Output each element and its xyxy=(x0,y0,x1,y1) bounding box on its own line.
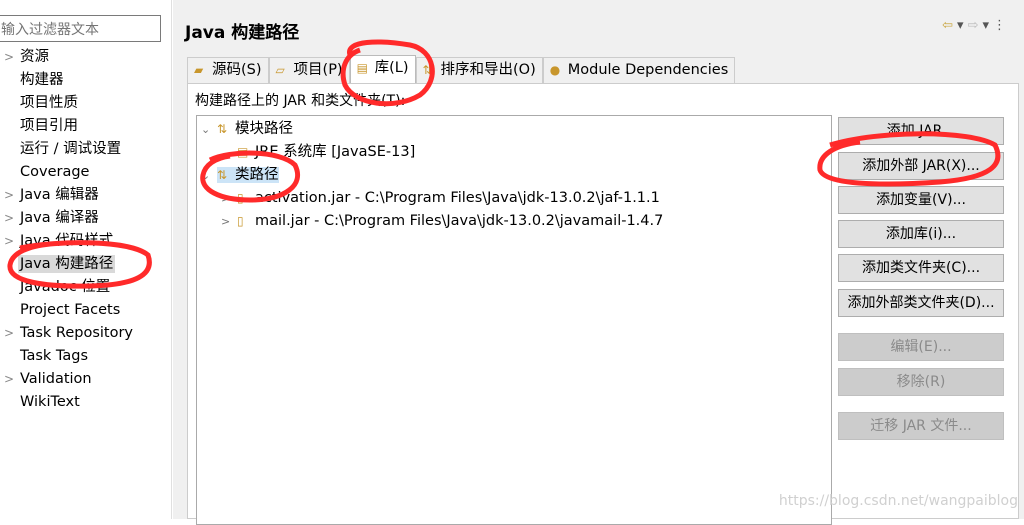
sidebar-item[interactable]: Project Facets xyxy=(0,299,172,322)
tab[interactable]: ▤ 库(L) xyxy=(349,55,416,83)
tab[interactable]: ● Module Dependencies xyxy=(542,57,736,83)
action-button[interactable]: 添加类文件夹(C)... xyxy=(838,254,1004,282)
tree-item-label: JRE 系统库 [JavaSE-13] xyxy=(255,144,416,160)
sidebar-item-label: Coverage xyxy=(20,164,90,180)
sidebar-item-label: 资源 xyxy=(20,49,49,65)
sidebar-item-label: Java 代码样式 xyxy=(20,233,114,249)
sidebar-item[interactable]: Task Tags xyxy=(0,345,172,368)
sidebar-item-label: Validation xyxy=(20,371,92,387)
tree-item-label: 类路径 xyxy=(235,167,279,183)
library-icon: ▤ xyxy=(237,145,249,159)
history-nav: ⇦▾⇨▾⋮ xyxy=(942,18,1010,33)
tree-item[interactable]: ⌄ ⇅ 模块路径 xyxy=(201,118,293,140)
sidebar-item[interactable]: > Java 编辑器 xyxy=(0,184,172,207)
chevron-right-icon[interactable]: > xyxy=(4,46,14,69)
source-folder-icon: ▰ xyxy=(194,63,204,77)
chevron-right-icon[interactable]: > xyxy=(221,211,237,233)
sidebar-item[interactable]: > Java 代码样式 xyxy=(0,230,172,253)
sidebar-item-label: Task Repository xyxy=(20,325,134,341)
sidebar-item-label: 项目性质 xyxy=(20,95,78,111)
back-menu-icon[interactable]: ▾ xyxy=(957,18,968,33)
sidebar-item[interactable]: 构建器 xyxy=(0,69,172,92)
sidebar-item[interactable]: Javadoc 位置 xyxy=(0,276,172,299)
tab-label: 源码(S) xyxy=(212,62,262,78)
jar-icon: ▯ xyxy=(237,191,244,205)
sidebar-item-label: 运行 / 调试设置 xyxy=(20,141,122,157)
sidebar-item-label: Javadoc 位置 xyxy=(20,279,111,295)
filter-input[interactable] xyxy=(0,15,161,42)
forward-menu-icon[interactable]: ▾ xyxy=(982,18,993,33)
tree-item[interactable]: ⌄ ⇅ 类路径 xyxy=(201,164,279,186)
module-icon: ● xyxy=(549,63,561,77)
tree-item[interactable]: > ▯ activation.jar - C:\Program Files\Java… xyxy=(221,187,660,209)
sidebar-item-label: Java 构建路径 xyxy=(18,255,116,273)
action-button[interactable]: 添加 JAR... xyxy=(838,117,1004,145)
sidebar-item-label: 项目引用 xyxy=(20,118,78,134)
sidebar-nav: > 资源构建器项目性质项目引用运行 / 调试设置 Coverage > Java 编辑器… xyxy=(0,46,172,414)
sidebar-item-label: 构建器 xyxy=(20,72,64,88)
chevron-right-icon[interactable]: > xyxy=(4,230,14,253)
sidebar-item-label: Java 编辑器 xyxy=(20,187,99,203)
tree-item-label: activation.jar - C:\Program Files\Java\j… xyxy=(255,190,660,206)
tree-item-label: 模块路径 xyxy=(235,121,293,137)
page-title: Java 构建路径 xyxy=(185,23,300,43)
more-icon[interactable]: ⋮ xyxy=(993,18,1010,33)
library-icon: ▤ xyxy=(356,61,368,75)
sidebar-item-label: WikiText xyxy=(20,394,80,410)
preferences-sidebar: > 资源构建器项目性质项目引用运行 / 调试设置 Coverage > Java 编辑器… xyxy=(0,0,172,519)
back-icon[interactable]: ⇦ xyxy=(942,18,957,33)
chevron-right-icon[interactable]: > xyxy=(4,368,14,391)
sidebar-item[interactable]: > Task Repository xyxy=(0,322,172,345)
action-button: 迁移 JAR 文件... xyxy=(838,412,1004,440)
sidebar-item[interactable]: > Java 编译器 xyxy=(0,207,172,230)
sidebar-item[interactable]: > 资源 xyxy=(0,46,172,69)
tab[interactable]: ⇅ 排序和导出(O) xyxy=(415,57,543,83)
path-icon: ⇅ xyxy=(217,122,228,136)
sidebar-item[interactable]: Java 构建路径 xyxy=(0,253,172,276)
sidebar-item[interactable]: Coverage xyxy=(0,161,172,184)
tab-label: 排序和导出(O) xyxy=(440,62,536,78)
tab[interactable]: ▰ 源码(S) xyxy=(187,57,269,83)
tab[interactable]: ▱ 项目(P) xyxy=(268,57,350,83)
action-button[interactable]: 添加库(i)... xyxy=(838,220,1004,248)
action-button: 移除(R) xyxy=(838,368,1004,396)
action-button[interactable]: 添加外部 JAR(X)... xyxy=(838,152,1004,180)
main-pane: Java 构建路径 ⇦▾⇨▾⋮ ▰ 源码(S) ▱ 项目(P) ▤ 库(L) ⇅ 排序和导出(… xyxy=(173,0,1024,525)
chevron-right-icon[interactable]: > xyxy=(4,184,14,207)
tab-label: 库(L) xyxy=(374,60,409,76)
sidebar-item-label: Task Tags xyxy=(20,348,89,364)
panel-label: 构建路径上的 JAR 和类文件夹(T): xyxy=(195,93,406,109)
sidebar-item[interactable]: 项目性质 xyxy=(0,92,172,115)
chevron-down-icon[interactable]: ⌄ xyxy=(201,119,217,141)
sidebar-item[interactable]: WikiText xyxy=(0,391,172,414)
sidebar-item[interactable]: 运行 / 调试设置 xyxy=(0,138,172,161)
tree-item-label: mail.jar - C:\Program Files\Java\jdk-13.… xyxy=(255,213,664,229)
tab-label: Module Dependencies xyxy=(567,62,729,78)
action-button: 编辑(E)... xyxy=(838,333,1004,361)
order-export-icon: ⇅ xyxy=(422,63,433,77)
sidebar-item[interactable]: 项目引用 xyxy=(0,115,172,138)
build-path-tree[interactable]: ⌄ ⇅ 模块路径 ▤ JRE 系统库 [JavaSE-13] ⌄ ⇅ 类路径 > ▯ activat… xyxy=(196,115,832,525)
sidebar-item-label: Java 编译器 xyxy=(20,210,99,226)
chevron-right-icon[interactable]: > xyxy=(4,207,14,230)
tree-item[interactable]: ▤ JRE 系统库 [JavaSE-13] xyxy=(221,141,415,163)
tab-label: 项目(P) xyxy=(293,62,343,78)
action-button[interactable]: 添加变量(V)... xyxy=(838,186,1004,214)
libraries-panel: 构建路径上的 JAR 和类文件夹(T): ⌄ ⇅ 模块路径 ▤ JRE 系统库 [Jav… xyxy=(187,83,1019,525)
chevron-right-icon[interactable]: > xyxy=(221,188,237,210)
sidebar-item[interactable]: > Validation xyxy=(0,368,172,391)
tree-item[interactable]: > ▯ mail.jar - C:\Program Files\Java\jdk-1… xyxy=(221,210,663,232)
path-icon: ⇅ xyxy=(217,168,228,182)
jar-icon: ▯ xyxy=(237,214,244,228)
tab-bar: ▰ 源码(S) ▱ 项目(P) ▤ 库(L) ⇅ 排序和导出(O) ● Module Depend… xyxy=(187,55,736,83)
action-button[interactable]: 添加外部类文件夹(D)... xyxy=(838,289,1004,317)
forward-icon[interactable]: ⇨ xyxy=(968,18,983,33)
watermark: https://blog.csdn.net/wangpaiblog xyxy=(778,493,1018,509)
chevron-right-icon[interactable]: > xyxy=(4,322,14,345)
sidebar-item-label: Project Facets xyxy=(20,302,121,318)
chevron-down-icon[interactable]: ⌄ xyxy=(201,165,217,187)
project-folder-icon: ▱ xyxy=(275,63,285,77)
